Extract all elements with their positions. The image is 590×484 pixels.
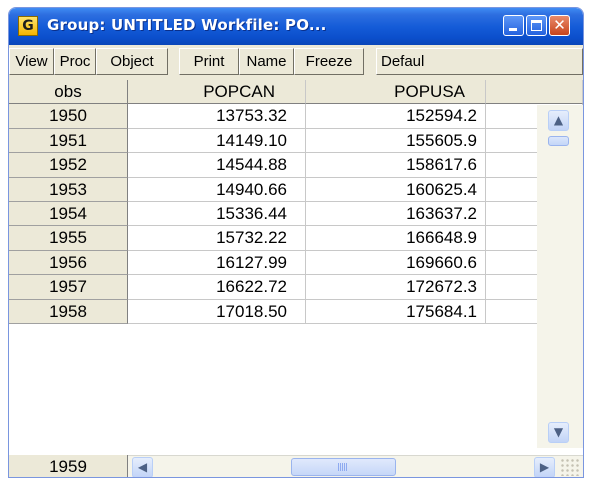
cell-popusa[interactable]: 163637.2 — [306, 202, 486, 227]
cell-popusa[interactable]: 152594.2 — [306, 104, 486, 129]
vertical-scroll-thumb[interactable] — [548, 136, 569, 146]
default-button[interactable]: Defaul — [376, 48, 583, 75]
table-row: 1953 14940.66 160625.4 — [9, 177, 583, 202]
column-header-obs[interactable]: obs — [9, 80, 128, 105]
table-row: 1958 17018.50 175684.1 — [9, 299, 583, 324]
eviews-group-icon[interactable]: G — [18, 16, 38, 36]
table-row: 1951 14149.10 155605.9 — [9, 128, 583, 154]
cell-popusa[interactable]: 169660.6 — [306, 250, 486, 276]
cell-popusa[interactable]: 158617.6 — [306, 153, 486, 178]
object-button[interactable]: Object — [96, 48, 168, 75]
resize-grip-icon[interactable] — [560, 458, 580, 476]
row-label[interactable]: 1957 — [9, 275, 128, 300]
cell-popcan[interactable]: 16622.72 — [128, 275, 306, 300]
cell-popcan[interactable]: 15336.44 — [128, 202, 306, 227]
cell-popcan[interactable]: 14149.10 — [128, 128, 306, 154]
vertical-scrollbar[interactable]: ▲ ▼ — [537, 105, 583, 448]
proc-button[interactable]: Proc — [54, 48, 96, 75]
cell-popcan[interactable]: 15732.22 — [128, 226, 306, 251]
thumb-grip-icon — [338, 463, 348, 471]
row-label[interactable]: 1952 — [9, 153, 128, 178]
row-label[interactable]: 1954 — [9, 202, 128, 227]
table-row: 1955 15732.22 166648.9 — [9, 226, 583, 251]
group-window: G Group: UNTITLED Workfile: PO... ✕ View… — [8, 7, 584, 478]
close-icon: ✕ — [553, 16, 566, 34]
title-bar[interactable]: G Group: UNTITLED Workfile: PO... ✕ — [9, 8, 583, 45]
row-label[interactable]: 1959 — [9, 455, 128, 477]
header-row: obs POPCAN POPUSA — [9, 80, 583, 105]
minimize-button[interactable] — [503, 15, 524, 36]
horizontal-scrollbar[interactable]: ◀ ▶ — [128, 455, 583, 477]
column-header-empty[interactable] — [486, 80, 583, 105]
table-row: 1950 13753.32 152594.2 — [9, 104, 583, 129]
cell-popcan[interactable]: 16127.99 — [128, 250, 306, 276]
scroll-left-icon[interactable]: ◀ — [132, 457, 153, 477]
toolbar: View Proc Object Print Name Freeze Defau… — [9, 45, 583, 81]
cell-popusa[interactable]: 155605.9 — [306, 128, 486, 154]
cell-popcan[interactable]: 14544.88 — [128, 153, 306, 178]
horizontal-scroll-thumb[interactable] — [291, 458, 396, 476]
name-button[interactable]: Name — [239, 48, 294, 75]
table-row: 1952 14544.88 158617.6 — [9, 153, 583, 178]
freeze-button[interactable]: Freeze — [294, 48, 364, 75]
maximize-icon — [531, 20, 542, 31]
row-label[interactable]: 1950 — [9, 104, 128, 129]
print-button[interactable]: Print — [179, 48, 239, 75]
table-row: 1956 16127.99 169660.6 — [9, 250, 583, 276]
row-label[interactable]: 1956 — [9, 250, 128, 276]
row-label[interactable]: 1958 — [9, 299, 128, 324]
scroll-right-icon[interactable]: ▶ — [534, 457, 555, 477]
scroll-down-icon[interactable]: ▼ — [548, 422, 569, 443]
scroll-up-icon[interactable]: ▲ — [548, 110, 569, 131]
column-header-popcan[interactable]: POPCAN — [128, 80, 306, 105]
maximize-button[interactable] — [526, 15, 547, 36]
window-title: Group: UNTITLED Workfile: PO... — [47, 16, 327, 34]
cell-popcan[interactable]: 14940.66 — [128, 177, 306, 202]
cell-popcan[interactable]: 17018.50 — [128, 299, 306, 324]
cell-popusa[interactable]: 172672.3 — [306, 275, 486, 300]
column-header-popusa[interactable]: POPUSA — [306, 80, 486, 105]
table-row: 1954 15336.44 163637.2 — [9, 202, 583, 227]
table-row: 1957 16622.72 172672.3 — [9, 275, 583, 300]
row-label[interactable]: 1951 — [9, 128, 128, 154]
row-label[interactable]: 1955 — [9, 226, 128, 251]
table-row: 1959 — [9, 324, 583, 477]
cell-popusa[interactable]: 166648.9 — [306, 226, 486, 251]
row-label[interactable]: 1953 — [9, 177, 128, 202]
view-button[interactable]: View — [9, 48, 54, 75]
cell-popusa[interactable]: 175684.1 — [306, 299, 486, 324]
spreadsheet-grid: obs POPCAN POPUSA 1950 13753.32 152594.2… — [9, 80, 583, 477]
cell-popusa[interactable]: 160625.4 — [306, 177, 486, 202]
minimize-icon — [509, 28, 517, 31]
close-button[interactable]: ✕ — [549, 15, 570, 36]
cell-popcan[interactable]: 13753.32 — [128, 104, 306, 129]
